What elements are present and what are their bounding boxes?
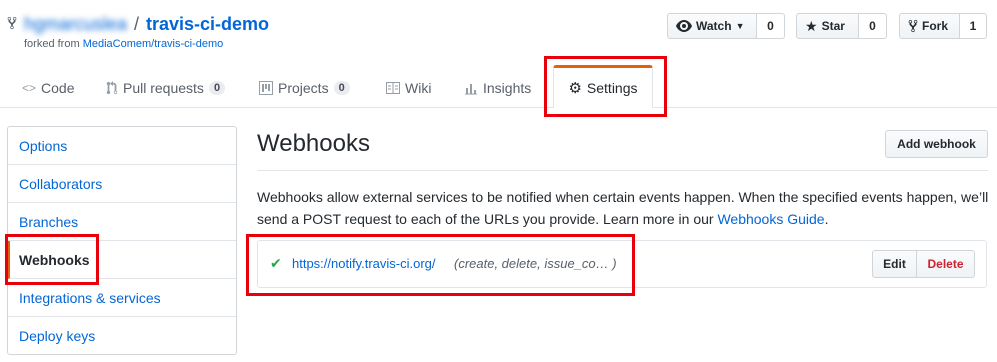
- graph-icon: [464, 81, 478, 95]
- repo-owner-link[interactable]: hgmarcuslea: [24, 14, 127, 35]
- star-icon: ★: [805, 18, 818, 34]
- webhook-url-link[interactable]: https://notify.travis-ci.org/: [292, 256, 436, 271]
- sidebar-item-integrations[interactable]: Integrations & services: [8, 279, 236, 317]
- sidebar-item-deploy-keys[interactable]: Deploy keys: [8, 317, 236, 354]
- description-text: Webhooks allow external services to be n…: [257, 189, 989, 227]
- sidebar-item-options[interactable]: Options: [8, 127, 236, 165]
- git-pull-request-icon: [106, 81, 118, 95]
- gear-icon: ⚙: [568, 79, 582, 97]
- caret-down-icon: ▼: [735, 21, 745, 31]
- projects-count: 0: [333, 81, 350, 95]
- fork-label: Fork: [922, 19, 949, 33]
- watch-count[interactable]: 0: [757, 13, 785, 39]
- tabs-divider: [0, 107, 997, 108]
- path-separator: /: [134, 14, 140, 34]
- webhooks-guide-link[interactable]: Webhooks Guide: [717, 211, 824, 227]
- forked-from: forked from MediaComem/travis-ci-demo: [24, 38, 223, 50]
- check-icon: ✔: [270, 255, 282, 271]
- tab-settings[interactable]: ⚙ Settings: [553, 65, 653, 108]
- tab-insights[interactable]: Insights: [464, 74, 531, 102]
- description-period: .: [824, 211, 829, 227]
- code-icon: <>: [22, 81, 37, 95]
- tab-label: Pull requests: [123, 80, 204, 96]
- page-title: Webhooks: [257, 130, 370, 157]
- eye-icon: [676, 20, 692, 32]
- fork-icon: [908, 19, 918, 33]
- watch-label: Watch: [696, 19, 732, 33]
- edit-webhook-button[interactable]: Edit: [872, 250, 917, 278]
- fork-button[interactable]: Fork: [899, 13, 960, 39]
- book-icon: [386, 82, 400, 94]
- sidebar-item-collaborators[interactable]: Collaborators: [8, 165, 236, 203]
- settings-sidebar: Options Collaborators Branches Webhooks …: [7, 126, 237, 355]
- sidebar-item-branches[interactable]: Branches: [8, 203, 236, 241]
- add-webhook-button[interactable]: Add webhook: [885, 130, 988, 158]
- forked-from-prefix: forked from: [24, 38, 80, 50]
- pull-requests-count: 0: [208, 81, 226, 95]
- tab-label: Insights: [483, 80, 532, 96]
- tab-label: Settings: [586, 80, 638, 96]
- tab-pull-requests[interactable]: Pull requests 0: [106, 74, 226, 102]
- tab-label: Code: [41, 80, 75, 96]
- tab-code[interactable]: <> Code: [22, 74, 74, 102]
- forked-from-link[interactable]: MediaComem/travis-ci-demo: [83, 38, 224, 50]
- star-count[interactable]: 0: [859, 13, 887, 39]
- project-icon: [259, 81, 273, 95]
- title-divider: [257, 170, 988, 171]
- repo-forked-icon: [6, 16, 20, 30]
- tab-wiki[interactable]: Wiki: [386, 74, 431, 102]
- fork-count[interactable]: 1: [960, 13, 987, 39]
- sidebar-item-webhooks[interactable]: Webhooks: [8, 241, 236, 279]
- webhook-events: (create, delete, issue_co… ): [454, 256, 617, 271]
- watch-button[interactable]: Watch ▼: [667, 13, 757, 39]
- webhooks-description: Webhooks allow external services to be n…: [257, 186, 992, 230]
- star-button[interactable]: ★ Star: [796, 13, 859, 39]
- star-label: Star: [821, 19, 845, 33]
- tab-label: Wiki: [405, 80, 432, 96]
- repo-name-link[interactable]: travis-ci-demo: [146, 14, 269, 35]
- delete-webhook-button[interactable]: Delete: [916, 250, 975, 278]
- tab-label: Projects: [278, 80, 329, 96]
- tab-projects[interactable]: Projects 0: [259, 74, 350, 102]
